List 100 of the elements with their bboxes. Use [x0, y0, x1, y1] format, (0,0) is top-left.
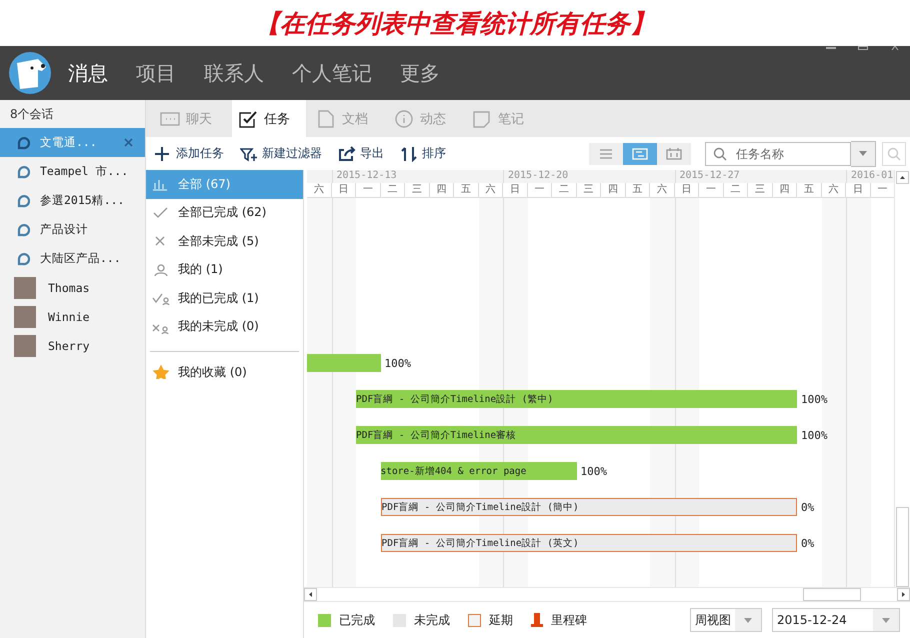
chat-bubble-icon	[16, 136, 30, 150]
day-label: 一	[356, 183, 380, 197]
export-icon	[338, 146, 356, 162]
day-label: 三	[405, 183, 430, 197]
filter-icon	[240, 146, 258, 162]
conversation-item[interactable]: 参選2015精...	[0, 186, 145, 215]
toolbar-button[interactable]: 排序	[400, 145, 446, 162]
day-label: 五	[626, 183, 650, 197]
note-icon	[472, 110, 492, 128]
search-icon	[887, 146, 901, 160]
search-button[interactable]	[882, 142, 906, 166]
task-bar[interactable]: PDF盲綱 - 公司簡介Timeline設計 (英文)	[380, 534, 797, 552]
task-bar[interactable]: store-新增404 & error page	[380, 462, 576, 480]
task-bar[interactable]: PDF盲綱 - 公司簡介Timeline設計 (繁中)	[356, 390, 797, 408]
day-label: 四	[430, 183, 454, 197]
date-select[interactable]: 2015-12-24	[772, 608, 900, 632]
day-label: 五	[454, 183, 478, 197]
gantt-icon	[632, 148, 648, 160]
day-label: 日	[503, 183, 528, 197]
search-dropdown-button[interactable]	[851, 140, 876, 166]
vertical-scrollbar[interactable]	[894, 170, 910, 587]
nav-item[interactable]: 联系人	[204, 60, 264, 86]
scroll-thumb[interactable]	[803, 588, 861, 601]
scroll-thumb[interactable]	[896, 507, 909, 587]
check-person-icon	[152, 291, 170, 306]
filter-item[interactable]: 我的 (1)	[146, 256, 303, 284]
day-label: 日	[846, 183, 870, 197]
scroll-right-icon[interactable]	[897, 588, 910, 601]
add-icon	[154, 146, 172, 162]
close-icon[interactable]	[124, 138, 133, 147]
filter-item[interactable]: 我的未完成 (0)	[146, 312, 303, 341]
task-icon	[238, 110, 258, 128]
legend-swatch	[393, 614, 406, 626]
progress-percent: 0%	[801, 536, 814, 550]
conversation-item[interactable]: Teampel 市...	[0, 157, 145, 186]
chat-bubble-icon	[16, 164, 30, 178]
nav-item[interactable]: 个人笔记	[292, 60, 372, 86]
week-label: 2015-12-20	[503, 170, 674, 183]
minimize-icon[interactable]	[826, 46, 836, 50]
nav-item[interactable]: 消息	[68, 60, 108, 86]
conversation-item[interactable]: Winnie	[0, 302, 145, 331]
filter-item[interactable]: 我的收藏 (0)	[146, 358, 303, 386]
day-label: 一	[699, 183, 724, 197]
nav-item[interactable]: 项目	[136, 60, 176, 86]
day-label: 三	[576, 183, 601, 197]
view-select[interactable]: 周视图	[690, 608, 762, 632]
progress-percent: 100%	[384, 356, 411, 370]
list-icon	[598, 148, 614, 160]
doc-icon	[316, 110, 336, 128]
day-label: 六	[307, 183, 332, 197]
week-label: 2015-12-27	[674, 170, 846, 183]
task-bar[interactable]: PDF盲綱 - 公司簡介Timeline設計 (簡中)	[380, 498, 797, 516]
caret-icon	[744, 618, 752, 622]
day-label: 二	[724, 183, 748, 197]
conversation-item[interactable]: 大陆区产品...	[0, 244, 145, 273]
tab[interactable]: 任务	[232, 100, 306, 137]
toolbar-button[interactable]: 导出	[338, 145, 384, 162]
star-icon	[152, 365, 170, 380]
filter-item[interactable]: 全部未完成 (5)	[146, 227, 303, 256]
caret-icon	[859, 151, 867, 156]
week-label: 2016-01	[846, 170, 894, 183]
close-icon[interactable]	[890, 46, 900, 50]
day-label: 四	[772, 183, 797, 197]
avatar-placeholder	[14, 306, 36, 328]
legend-label: 里程碑	[551, 612, 587, 628]
milestone-icon	[531, 612, 543, 628]
chat-bubble-icon	[16, 252, 30, 266]
progress-percent: 100%	[801, 428, 828, 442]
nav-item[interactable]: 更多	[400, 60, 440, 86]
legend-label: 延期	[489, 612, 513, 628]
day-label: 四	[601, 183, 626, 197]
chat-bubble-icon	[16, 222, 30, 236]
progress-percent: 100%	[580, 464, 607, 478]
legend-swatch	[468, 614, 481, 626]
scroll-up-icon[interactable]	[896, 171, 909, 184]
chat-icon	[160, 110, 180, 128]
check-icon	[152, 206, 170, 220]
conversation-item[interactable]: Sherry	[0, 331, 145, 360]
filter-item[interactable]: 我的已完成 (1)	[146, 284, 303, 312]
calendar-icon	[666, 148, 682, 160]
sidebar-title: 8个会话	[9, 106, 55, 123]
maximize-icon[interactable]	[858, 46, 868, 50]
toolbar-button[interactable]: 添加任务	[154, 145, 224, 162]
legend-label: 已完成	[339, 612, 375, 628]
chat-bubble-icon	[16, 194, 30, 208]
toolbar-button[interactable]: 新建过滤器	[240, 145, 322, 162]
filter-item[interactable]: 全部已完成 (62)	[146, 198, 303, 227]
legend-swatch	[318, 614, 331, 626]
sort-icon	[400, 146, 418, 162]
horizontal-scrollbar[interactable]	[304, 587, 910, 601]
task-bar[interactable]: PDF盲綱 - 公司簡介Timeline審核	[356, 426, 797, 444]
search-field[interactable]: 任务名称	[705, 142, 851, 166]
conversation-item[interactable]: Thomas	[0, 273, 145, 302]
bar-chart-icon	[152, 177, 170, 192]
day-label: 日	[674, 183, 699, 197]
conversation-item[interactable]: 产品设计	[0, 215, 145, 244]
day-label: 六	[822, 183, 846, 197]
gantt-view-button[interactable]	[623, 142, 657, 164]
scroll-left-icon[interactable]	[304, 588, 317, 601]
legend-label: 未完成	[414, 612, 450, 628]
